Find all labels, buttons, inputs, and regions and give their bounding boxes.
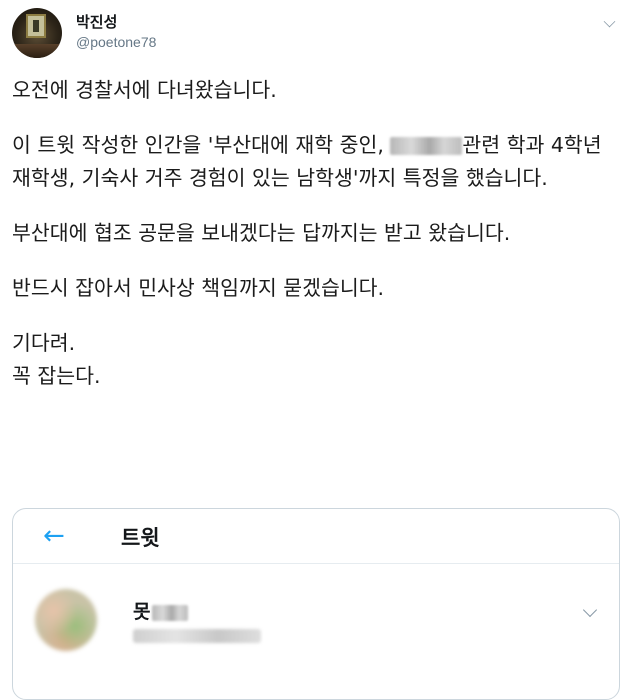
tweet-paragraph-4: 반드시 잡아서 민사상 책임까지 묻겠습니다. [12,276,385,300]
redacted-handle [133,629,261,643]
card-title: 트윗 [121,526,160,550]
author-name[interactable]: 박진성 [76,11,117,32]
redacted-text [390,137,463,155]
tweet-paragraph-1: 오전에 경찰서에 다녀왔습니다. [12,78,277,102]
tweet-paragraph-2: 이 트윗 작성한 인간을 '부산대에 재학 중인, 관련 학과 4학년 재학생,… [12,129,612,195]
tweet-paragraph-5: 기다려. 꼭 잡는다. [12,327,612,393]
tweet-text: 오전에 경찰서에 다녀왔습니다. 이 트윗 작성한 인간을 '부산대에 재학 중… [12,74,612,415]
avatar-desk [12,44,62,58]
card-header: ← 트윗 [13,509,619,564]
quoted-tweet-card[interactable]: ← 트윗 못 [12,508,620,700]
back-arrow-icon[interactable]: ← [43,523,65,549]
chevron-down-icon[interactable] [603,15,616,28]
quoted-author-name[interactable]: 못 [133,597,189,624]
tweet-line-wait: 기다려. [12,331,76,355]
tweet-header: 박진성 @poetone78 [12,8,619,58]
author-avatar[interactable] [12,8,62,58]
quoted-author-name-visible: 못 [133,601,151,623]
tweet-line-catch: 꼭 잡는다. [12,364,101,388]
redacted-name [152,604,189,621]
avatar-frame [26,14,46,38]
tweet-paragraph-3: 부산대에 협조 공문을 보내겠다는 답까지는 받고 왔습니다. [12,221,511,245]
quoted-author-avatar[interactable] [35,589,97,651]
tweet-paragraph-2-start: 이 트윗 작성한 인간을 '부산대에 재학 중인, [12,133,391,157]
chevron-down-icon[interactable] [582,602,598,618]
author-handle[interactable]: @poetone78 [76,34,156,50]
